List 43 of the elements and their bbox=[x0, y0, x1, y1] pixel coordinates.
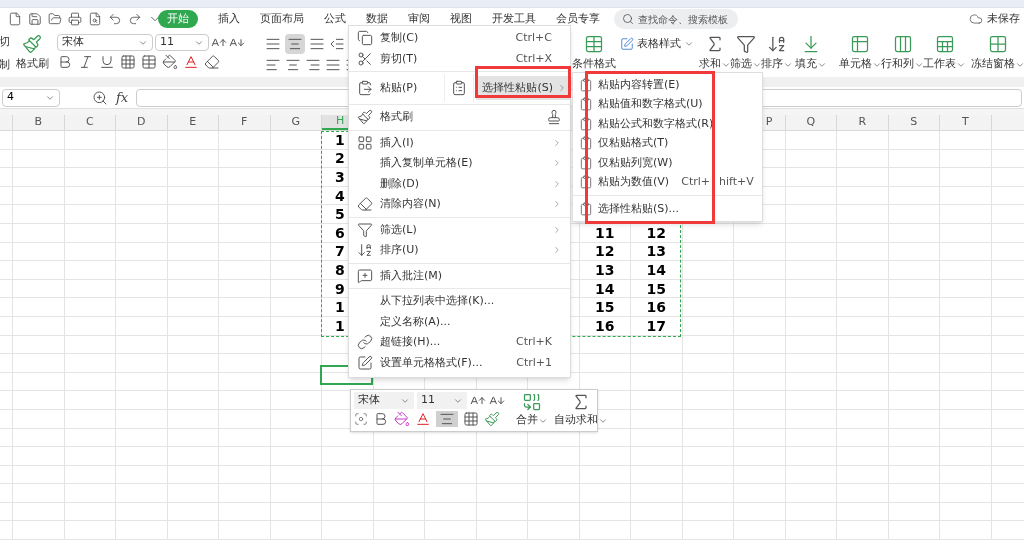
table-cell: 17 bbox=[646, 318, 666, 333]
table-cell: 14 bbox=[595, 281, 615, 296]
table-cell: 16 bbox=[646, 300, 666, 315]
table-cell: 1 bbox=[335, 318, 345, 333]
table-cell: 15 bbox=[595, 300, 615, 315]
table-cell: 8 bbox=[335, 262, 345, 277]
table-cell: 14 bbox=[646, 262, 666, 277]
column-header: E bbox=[189, 115, 197, 131]
table-cell: 12 bbox=[595, 244, 615, 259]
column-header: H bbox=[336, 115, 345, 130]
shortcut-label: Ctrl+1 bbox=[516, 354, 552, 371]
function-label: fx bbox=[116, 88, 129, 107]
table-cell: 1 bbox=[335, 300, 345, 315]
shortcut-label: Ctrl+X bbox=[515, 50, 552, 67]
column-header: G bbox=[291, 115, 300, 131]
column-header: P bbox=[765, 115, 773, 131]
column-header: R bbox=[858, 115, 867, 131]
save-status: 未保存 bbox=[987, 10, 1020, 27]
table-cell: 11 bbox=[595, 225, 615, 240]
column-header: T bbox=[961, 115, 969, 131]
table-cell: 9 bbox=[335, 281, 345, 296]
table-cell: 12 bbox=[646, 225, 666, 240]
table-cell: 3 bbox=[335, 170, 345, 184]
table-cell: 1 bbox=[335, 132, 345, 147]
table-cell: 2 bbox=[335, 151, 345, 166]
table-cell: 16 bbox=[595, 318, 615, 333]
table-cell: 13 bbox=[646, 244, 666, 259]
table-cell: 13 bbox=[595, 262, 615, 277]
column-header: B bbox=[34, 115, 42, 131]
shortcut-label: Ctrl+C bbox=[515, 30, 552, 46]
table-cell: 7 bbox=[335, 244, 345, 259]
column-header: Q bbox=[806, 115, 816, 131]
column-header: D bbox=[137, 115, 146, 131]
table-cell: 15 bbox=[646, 281, 666, 296]
table-cell: 5 bbox=[335, 207, 345, 222]
table-cell: 4 bbox=[335, 188, 345, 203]
shortcut-label: hift+V bbox=[719, 174, 754, 190]
table-cell: 6 bbox=[335, 225, 345, 240]
column-header: F bbox=[241, 115, 248, 131]
shortcut-label: Ctrl+K bbox=[516, 334, 552, 350]
column-header: S bbox=[910, 115, 918, 131]
column-header: C bbox=[85, 115, 94, 131]
shortcut-label: Ctrl+ bbox=[680, 174, 710, 190]
